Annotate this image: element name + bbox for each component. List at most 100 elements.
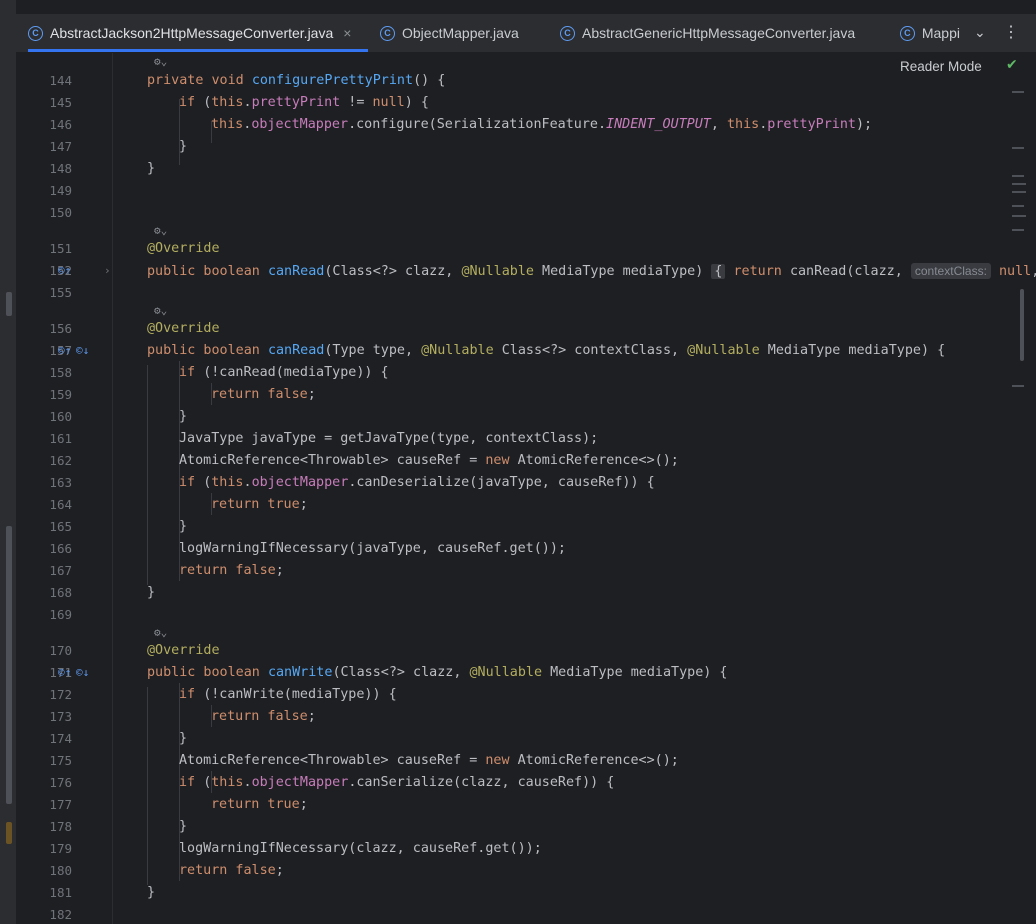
code-line[interactable]: JavaType javaType = getJavaType(type, co… [179,428,598,450]
code-line[interactable]: } [179,516,187,538]
code-line[interactable]: if (this.prettyPrint != null) { [179,92,429,114]
code-line[interactable]: return false; [179,560,284,582]
line-number[interactable]: 176 [32,772,72,794]
code-line[interactable]: logWarningIfNecessary(clazz, causeRef.ge… [179,838,542,860]
code-line[interactable]: public boolean canWrite(Class<?> clazz, … [147,662,728,684]
strip-marker[interactable] [6,822,12,844]
code-line[interactable]: } [179,406,187,428]
stripe-marker[interactable] [1012,183,1026,185]
chevron-down-icon[interactable]: ⌄ [974,24,986,41]
code-line[interactable]: if (!canRead(mediaType)) { [179,362,389,384]
code-line[interactable]: return true; [211,794,308,816]
code-line[interactable]: public boolean canRead(Type type, @Nulla… [147,340,945,362]
override-method-icon[interactable]: ©↑ [58,344,71,358]
code-line[interactable]: public boolean canRead(Class<?> clazz, @… [147,260,1036,283]
code-line[interactable]: return true; [211,494,308,516]
fold-expand-icon[interactable]: › [104,260,111,282]
line-number[interactable]: 160 [32,406,72,428]
line-number[interactable]: 182 [32,904,72,924]
line-number[interactable]: 166 [32,538,72,560]
stripe-marker[interactable] [1012,215,1026,217]
code-line[interactable]: if (this.objectMapper.canDeserialize(jav… [179,472,655,494]
stripe-marker[interactable] [1012,175,1024,177]
line-number[interactable]: 164 [32,494,72,516]
line-number[interactable]: 161 [32,428,72,450]
strip-marker[interactable] [6,526,12,804]
line-number[interactable]: 145 [32,92,72,114]
line-number[interactable]: 163 [32,472,72,494]
stripe-marker[interactable] [1012,191,1026,193]
line-number[interactable]: 162 [32,450,72,472]
line-number[interactable]: 175 [32,750,72,772]
line-number[interactable]: 180 [32,860,72,882]
code-line[interactable]: this.objectMapper.configure(Serializatio… [211,114,872,136]
code-line[interactable]: @Override [147,640,220,662]
line-number[interactable]: 159 [32,384,72,406]
close-tab-icon[interactable]: × [343,25,351,41]
line-number[interactable]: 151 [32,238,72,260]
line-number[interactable]: 144 [32,70,72,92]
strip-marker[interactable] [6,292,12,316]
line-number[interactable]: 181 [32,882,72,904]
line-number[interactable]: 169 [32,604,72,626]
code-line[interactable]: } [179,136,187,158]
code-line[interactable]: return false; [179,860,284,882]
implemented-method-icon[interactable]: ©↓ [76,666,89,680]
author-hint-icon[interactable]: ⚙⌄ [154,625,167,641]
code-line[interactable]: AtomicReference<Throwable> causeRef = ne… [179,450,679,472]
code-line[interactable]: } [147,882,155,904]
author-hint-icon[interactable]: ⚙⌄ [154,54,167,70]
code-line[interactable]: AtomicReference<Throwable> causeRef = ne… [179,750,679,772]
stripe-marker[interactable] [1012,91,1024,93]
code-line[interactable]: return false; [211,706,316,728]
author-hint-icon[interactable]: ⚙⌄ [154,303,167,319]
tab-mapping[interactable]: C Mappi [900,14,960,52]
collapsed-block[interactable]: { [711,264,726,279]
stripe-marker[interactable] [1012,147,1024,149]
override-method-icon[interactable]: ©↑ [58,264,71,278]
line-number[interactable]: 148 [32,158,72,180]
code-line[interactable]: if (!canWrite(mediaType)) { [179,684,397,706]
reader-mode-button[interactable]: Reader Mode [900,59,982,74]
code-line[interactable]: @Override [147,318,220,340]
line-number[interactable]: 156 [32,318,72,340]
code-line[interactable]: if (this.objectMapper.canSerialize(clazz… [179,772,614,794]
line-number[interactable]: 172 [32,684,72,706]
line-number[interactable]: 173 [32,706,72,728]
checkmark-icon[interactable]: ✔ [1006,57,1018,73]
error-stripe[interactable] [1012,83,1026,443]
author-hint-icon[interactable]: ⚙⌄ [154,223,167,239]
implemented-method-icon[interactable]: ©↓ [76,344,89,358]
code-line[interactable]: logWarningIfNecessary(javaType, causeRef… [179,538,566,560]
tab-object-mapper[interactable]: C ObjectMapper.java [380,14,519,52]
more-options-icon[interactable]: ⋮ [1003,22,1019,42]
code-editor[interactable]: 144 145 146 147 148 149 150 151 152 155 … [16,53,1036,924]
line-number[interactable]: 147 [32,136,72,158]
line-number[interactable]: 165 [32,516,72,538]
line-number[interactable]: 179 [32,838,72,860]
code-line[interactable]: return false; [211,384,316,406]
code-line[interactable]: } [147,582,155,604]
line-number[interactable]: 174 [32,728,72,750]
code-line[interactable]: private void configurePrettyPrint() { [147,70,445,92]
code-line[interactable]: } [179,816,187,838]
code-line[interactable]: } [179,728,187,750]
line-number[interactable]: 167 [32,560,72,582]
tab-abstract-jackson2-converter[interactable]: C AbstractJackson2HttpMessageConverter.j… [28,14,368,52]
line-number[interactable]: 178 [32,816,72,838]
line-number[interactable]: 170 [32,640,72,662]
line-number[interactable]: 155 [32,282,72,304]
line-number[interactable]: 149 [32,180,72,202]
vertical-scrollbar[interactable] [1020,289,1024,361]
code-line[interactable]: @Override [147,238,220,260]
stripe-marker[interactable] [1012,385,1024,387]
line-number[interactable]: 146 [32,114,72,136]
tab-abstract-generic-converter[interactable]: C AbstractGenericHttpMessageConverter.ja… [560,14,855,52]
override-method-icon[interactable]: ©↑ [58,666,71,680]
line-number[interactable]: 158 [32,362,72,384]
line-number[interactable]: 150 [32,202,72,224]
line-number[interactable]: 168 [32,582,72,604]
code-line[interactable]: } [147,158,155,180]
line-number[interactable]: 177 [32,794,72,816]
stripe-marker[interactable] [1012,229,1024,231]
